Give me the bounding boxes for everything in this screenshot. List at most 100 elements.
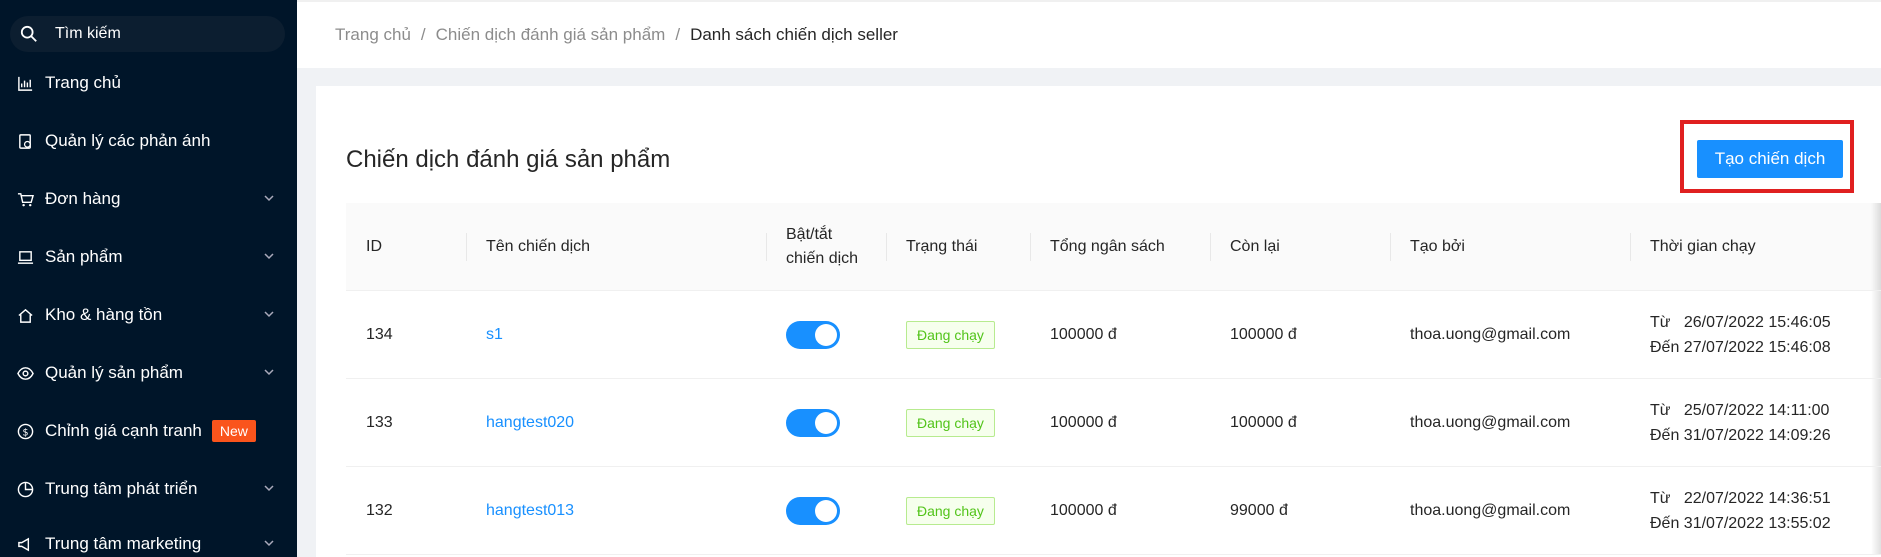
cell-run-time: Từ 25/07/2022 14:11:00 Đến 31/07/2022 14:…	[1630, 379, 1831, 467]
chart-icon	[16, 74, 34, 92]
cell-created-by: thoa.uong@gmail.com	[1410, 414, 1571, 431]
campaign-name-link[interactable]: s1	[466, 291, 503, 379]
cell-remaining: 100000 đ	[1230, 326, 1297, 343]
chevron-down-icon	[264, 369, 274, 376]
campaign-toggle[interactable]	[786, 497, 840, 525]
breadcrumb: Trang chủ / Chiến dịch đánh giá sản phẩm…	[297, 0, 1881, 68]
new-badge: New	[211, 420, 256, 442]
column-header-created-by: Tạo bởi	[1410, 238, 1465, 255]
chevron-down-icon	[264, 311, 274, 318]
sidebar-item-competitive-pricing[interactable]: $ Chỉnh giá cạnh tranh New	[0, 407, 297, 455]
table-row: 133 hangtest020 Đang chạy 100000 đ 10000…	[346, 379, 1881, 467]
column-header-id: ID	[366, 238, 382, 255]
laptop-icon	[16, 248, 34, 266]
create-campaign-button[interactable]: Tạo chiến dịch	[1697, 140, 1843, 178]
sidebar-item-inventory[interactable]: Kho & hàng tồn	[0, 291, 297, 339]
campaign-name-link[interactable]: hangtest013	[466, 467, 574, 555]
cell-status: Đang chạy	[886, 379, 995, 467]
campaign-name-link[interactable]: hangtest020	[466, 379, 574, 467]
run-time-from: Từ 22/07/2022 14:36:51	[1650, 490, 1831, 507]
sidebar-item-label: Quản lý sản phẩm	[45, 363, 183, 382]
toggle-knob	[815, 324, 837, 346]
sidebar-item-label: Kho & hàng tồn	[45, 305, 163, 324]
chevron-down-icon	[264, 195, 274, 202]
run-time-to: Đến 27/07/2022 15:46:08	[1650, 339, 1831, 356]
column-header-status: Trạng thái	[906, 238, 978, 255]
sidebar-item-home[interactable]: Trang chủ	[0, 59, 297, 107]
home-icon	[16, 306, 34, 324]
table-header: ID Tên chiến dịch Bật/tắt chiến dịch Trạ…	[346, 203, 1881, 291]
cell-status: Đang chạy	[886, 291, 995, 379]
cell-created-by: thoa.uong@gmail.com	[1410, 326, 1571, 343]
campaign-toggle[interactable]	[786, 409, 840, 437]
eye-icon	[16, 364, 34, 382]
cell-budget: 100000 đ	[1050, 326, 1117, 343]
dollar-icon: $	[16, 422, 34, 440]
sidebar-item-marketing-center[interactable]: Trung tâm marketing	[0, 520, 297, 557]
status-badge: Đang chạy	[906, 497, 995, 525]
sidebar-item-orders[interactable]: Đơn hàng	[0, 175, 297, 223]
breadcrumb-home[interactable]: Trang chủ	[335, 25, 411, 45]
run-time-to: Đến 31/07/2022 14:09:26	[1650, 427, 1831, 444]
cell-remaining: 100000 đ	[1230, 414, 1297, 431]
cell-budget: 100000 đ	[1050, 414, 1117, 431]
svg-text:$: $	[22, 427, 28, 438]
search-placeholder: Tìm kiếm	[55, 25, 121, 42]
cell-id: 133	[366, 414, 393, 431]
cell-toggle	[766, 467, 840, 555]
breadcrumb-separator: /	[675, 25, 681, 44]
sidebar-item-label: Quản lý các phản ánh	[45, 131, 211, 150]
sidebar-item-feedback[interactable]: Quản lý các phản ánh	[0, 117, 297, 165]
scroll-shadow	[1871, 379, 1881, 466]
cell-status: Đang chạy	[886, 467, 995, 555]
status-badge: Đang chạy	[906, 409, 995, 437]
scroll-shadow	[1871, 291, 1881, 378]
sidebar-item-growth-center[interactable]: Trung tâm phát triển	[0, 465, 297, 513]
toggle-knob	[815, 412, 837, 434]
toggle-knob	[815, 500, 837, 522]
cell-id: 132	[366, 502, 393, 519]
content-card: Chiến dịch đánh giá sản phẩm Tạo chiến d…	[316, 86, 1881, 557]
sidebar-item-label: Trang chủ	[45, 73, 121, 92]
chevron-down-icon	[264, 540, 274, 547]
cell-created-by: thoa.uong@gmail.com	[1410, 502, 1571, 519]
pie-chart-icon	[16, 480, 34, 498]
run-time-from: Từ 25/07/2022 14:11:00	[1650, 402, 1830, 419]
sidebar-item-label: Sản phẩm	[45, 247, 123, 266]
chevron-down-icon	[264, 485, 274, 492]
cart-icon	[16, 190, 34, 208]
table-row: 134 s1 Đang chạy 100000 đ 100000 đ thoa.…	[346, 291, 1881, 379]
campaign-toggle[interactable]	[786, 321, 840, 349]
megaphone-icon	[16, 535, 34, 553]
search-icon	[20, 25, 37, 42]
column-header-toggle: Bật/tắt chiến dịch	[786, 226, 859, 267]
cell-remaining: 99000 đ	[1230, 502, 1288, 519]
sidebar: Tìm kiếm Trang chủ Quản lý các phản ánh …	[0, 0, 297, 557]
table-row: 132 hangtest013 Đang chạy 100000 đ 99000…	[346, 467, 1881, 555]
sidebar-item-label: Chỉnh giá cạnh tranh	[45, 421, 202, 440]
column-header-remaining: Còn lại	[1230, 238, 1280, 255]
cell-run-time: Từ 22/07/2022 14:36:51 Đến 31/07/2022 13:…	[1630, 467, 1831, 555]
cell-toggle	[766, 379, 840, 467]
sidebar-item-label: Trung tâm phát triển	[45, 479, 198, 498]
breadcrumb-campaigns[interactable]: Chiến dịch đánh giá sản phẩm	[436, 25, 666, 45]
sidebar-item-label: Trung tâm marketing	[45, 534, 202, 553]
sidebar-item-products[interactable]: Sản phẩm	[0, 233, 297, 281]
cell-toggle	[766, 291, 840, 379]
run-time-to: Đến 31/07/2022 13:55:02	[1650, 515, 1831, 532]
breadcrumb-current: Danh sách chiến dịch seller	[690, 25, 898, 44]
status-badge: Đang chạy	[906, 321, 995, 349]
breadcrumb-separator: /	[420, 25, 426, 44]
scroll-shadow	[1871, 467, 1881, 554]
column-header-budget: Tổng ngân sách	[1050, 238, 1165, 255]
cell-run-time: Từ 26/07/2022 15:46:05 Đến 27/07/2022 15:…	[1630, 291, 1831, 379]
page-title: Chiến dịch đánh giá sản phẩm	[346, 146, 671, 173]
cell-budget: 100000 đ	[1050, 502, 1117, 519]
report-icon	[16, 132, 34, 150]
column-header-run-time: Thời gian chạy	[1650, 238, 1756, 255]
column-header-name: Tên chiến dịch	[486, 238, 591, 255]
sidebar-item-product-management[interactable]: Quản lý sản phẩm	[0, 349, 297, 397]
search-input[interactable]: Tìm kiếm	[10, 16, 285, 52]
sidebar-item-label: Đơn hàng	[45, 189, 121, 208]
scroll-shadow	[1871, 203, 1881, 290]
